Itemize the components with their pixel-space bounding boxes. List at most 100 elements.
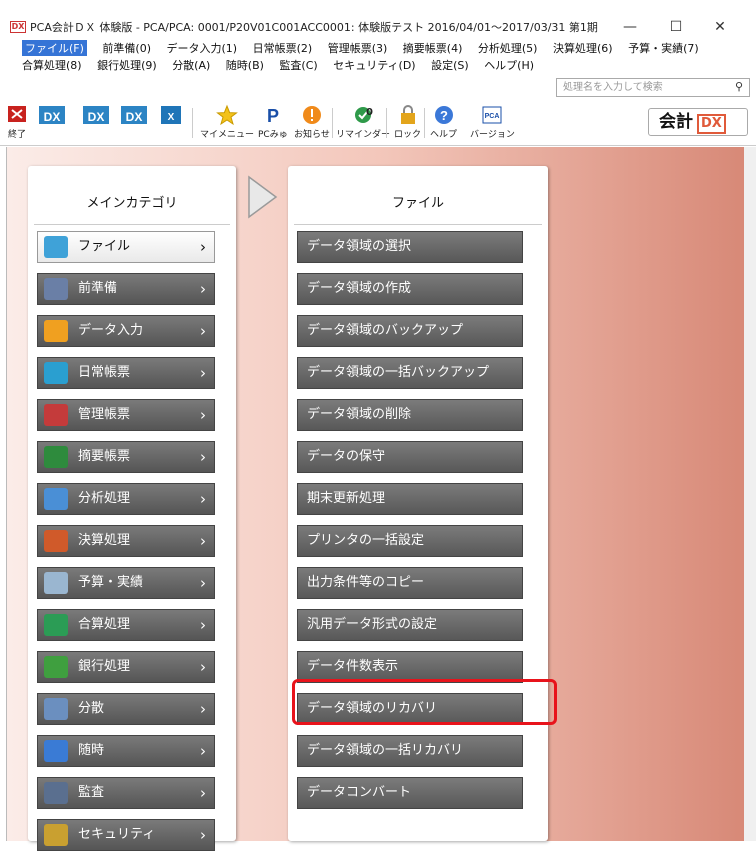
menu-anytime[interactable]: 随時(B): [226, 57, 264, 73]
category-icon: [44, 824, 68, 846]
menu-prep[interactable]: 前準備(0): [102, 40, 151, 56]
category-icon: [44, 572, 68, 594]
menu-distributed[interactable]: 分散(A): [172, 57, 210, 73]
chevron-right-icon: ›: [200, 280, 206, 298]
chevron-right-icon: ›: [200, 448, 206, 466]
category-icon: [44, 656, 68, 678]
category-button[interactable]: 随時 ›: [37, 735, 215, 767]
main-category-title: メインカテゴリ: [86, 196, 178, 211]
category-button[interactable]: ファイル ›: [37, 231, 215, 263]
file-panel-title: ファイル: [391, 196, 444, 211]
menu-help[interactable]: ヘルプ(H): [484, 57, 534, 73]
category-icon: [44, 782, 68, 804]
chevron-right-icon: ›: [200, 322, 206, 340]
menu-settings[interactable]: 設定(S): [431, 57, 469, 73]
category-button[interactable]: 管理帳票 ›: [37, 399, 215, 431]
lock-button[interactable]: ロック: [394, 104, 421, 140]
help-icon: ?: [434, 106, 453, 124]
reminder-button[interactable]: リマインダー 0: [336, 104, 390, 140]
maximize-button[interactable]: ☐: [656, 14, 696, 40]
my-menu-button[interactable]: マイメニュー: [200, 104, 254, 140]
category-label: 決算処理: [78, 533, 131, 548]
category-button[interactable]: データ入力 ›: [37, 315, 215, 347]
menu-row-1: ファイル(F) 前準備(0) データ入力(1) 日常帳票(2) 管理帳票(3) …: [22, 40, 711, 56]
help-button[interactable]: ? ヘルプ: [430, 104, 457, 140]
category-label: 摘要帳票: [78, 449, 131, 464]
svg-text:DX: DX: [88, 110, 105, 124]
dx-badge-icon: DX: [39, 106, 65, 124]
star-icon: [216, 104, 238, 126]
dx-shortcut-4[interactable]: X: [160, 104, 182, 127]
minimize-button[interactable]: —: [610, 14, 650, 40]
menu-daily-reports[interactable]: 日常帳票(2): [253, 40, 313, 56]
dx-shortcut-2[interactable]: DX: [82, 104, 110, 127]
chevron-right-icon: ›: [200, 742, 206, 760]
category-label: 予算・実績: [78, 575, 144, 590]
exit-button[interactable]: 終了: [6, 104, 28, 140]
file-menu-item[interactable]: データコンバート: [297, 777, 523, 809]
category-button[interactable]: 前準備 ›: [37, 273, 215, 305]
menu-budget[interactable]: 予算・実績(7): [628, 40, 699, 56]
menu-analysis[interactable]: 分析処理(5): [478, 40, 538, 56]
menu-audit[interactable]: 監査(C): [279, 57, 317, 73]
category-button[interactable]: 摘要帳票 ›: [37, 441, 215, 473]
category-button[interactable]: 分散 ›: [37, 693, 215, 725]
menu-summary-reports[interactable]: 摘要帳票(4): [403, 40, 463, 56]
svg-text:DX: DX: [44, 110, 61, 124]
chevron-right-icon: ›: [200, 364, 206, 382]
menu-file[interactable]: ファイル(F): [22, 40, 87, 56]
file-menu-item[interactable]: データの保守: [297, 441, 523, 473]
file-menu-item[interactable]: プリンタの一括設定: [297, 525, 523, 557]
file-menu-item[interactable]: データ領域の一括リカバリ: [297, 735, 523, 767]
dx-brand-badge: DX: [697, 114, 726, 134]
file-menu-item[interactable]: 出力条件等のコピー: [297, 567, 523, 599]
category-button[interactable]: 日常帳票 ›: [37, 357, 215, 389]
file-menu-item[interactable]: データ領域のバックアップ: [297, 315, 523, 347]
category-icon: [44, 446, 68, 468]
chevron-right-icon: ›: [200, 784, 206, 802]
pca-icon: PCA: [482, 106, 502, 124]
menu-bank[interactable]: 銀行処理(9): [97, 57, 157, 73]
pc-mu-button[interactable]: P PCみゅ: [258, 104, 288, 140]
close-button[interactable]: ✕: [700, 14, 740, 40]
version-button[interactable]: PCA バージョン: [470, 104, 515, 140]
file-menu-item[interactable]: 汎用データ形式の設定: [297, 609, 523, 641]
category-label: 前準備: [78, 281, 118, 296]
highlight-frame: [292, 679, 557, 725]
menu-security[interactable]: セキュリティ(D): [333, 57, 415, 73]
notice-button[interactable]: お知らせ: [294, 104, 330, 140]
category-label: ファイル: [78, 239, 131, 254]
menu-closing[interactable]: 決算処理(6): [553, 40, 613, 56]
dx-shortcut-1[interactable]: DX: [38, 104, 66, 127]
search-icon[interactable]: ⚲: [735, 80, 752, 93]
exit-icon: [8, 106, 26, 122]
file-menu-item[interactable]: データ領域の選択: [297, 231, 523, 263]
menu-consolidation[interactable]: 合算処理(8): [22, 57, 82, 73]
file-menu-item[interactable]: データ領域の作成: [297, 273, 523, 305]
chevron-right-icon: ›: [200, 574, 206, 592]
category-button[interactable]: セキュリティ ›: [37, 819, 215, 851]
svg-text:DX: DX: [126, 110, 143, 124]
category-label: 管理帳票: [78, 407, 131, 422]
category-button[interactable]: 銀行処理 ›: [37, 651, 215, 683]
file-menu-item[interactable]: データ領域の一括バックアップ: [297, 357, 523, 389]
category-label: 分析処理: [78, 491, 131, 506]
file-panel: ファイル データ領域の選択 データ領域の作成 データ領域のバックアップ データ領域の一…: [288, 166, 548, 841]
category-icon: [44, 362, 68, 384]
menu-management-reports[interactable]: 管理帳票(3): [328, 40, 388, 56]
dx-shortcut-3[interactable]: DX: [120, 104, 148, 127]
search-input[interactable]: 処理名を入力して検索: [556, 78, 750, 97]
category-label: 分散: [78, 701, 105, 716]
category-button[interactable]: 合算処理 ›: [37, 609, 215, 641]
category-button[interactable]: 決算処理 ›: [37, 525, 215, 557]
category-button[interactable]: 監査 ›: [37, 777, 215, 809]
file-menu-item[interactable]: 期末更新処理: [297, 483, 523, 515]
vertical-scrollbar[interactable]: [744, 147, 756, 841]
category-icon: [44, 236, 68, 258]
svg-text:?: ?: [440, 108, 448, 123]
file-menu-item[interactable]: データ領域の削除: [297, 399, 523, 431]
menu-data-entry[interactable]: データ入力(1): [167, 40, 238, 56]
category-button[interactable]: 分析処理 ›: [37, 483, 215, 515]
category-button[interactable]: 予算・実績 ›: [37, 567, 215, 599]
chevron-right-icon: ›: [200, 658, 206, 676]
